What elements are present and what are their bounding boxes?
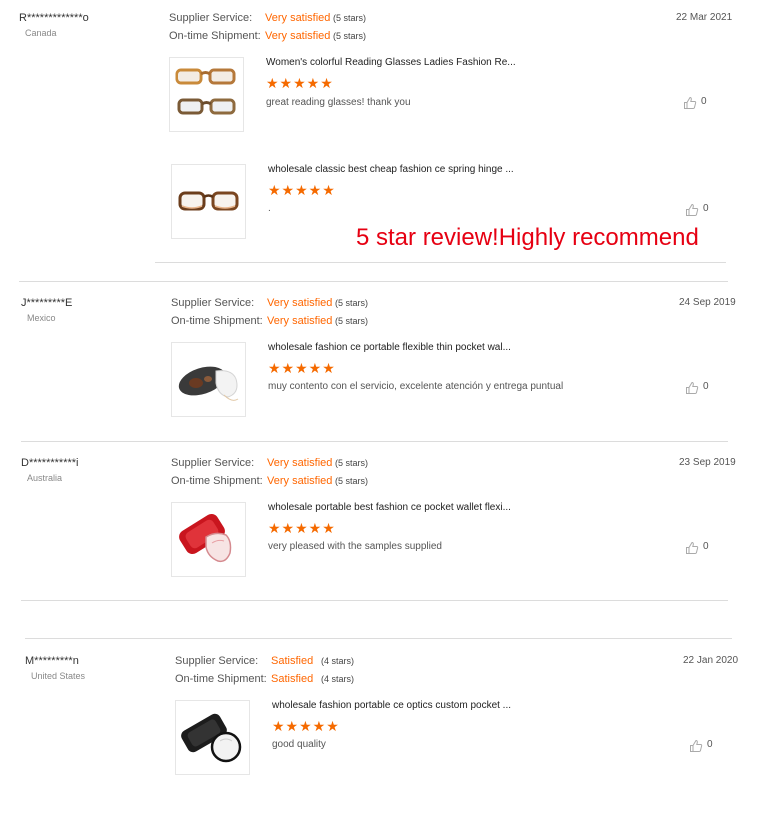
product-thumbnail[interactable] xyxy=(169,57,244,132)
ontime-shipment-stars: (5 stars) xyxy=(335,316,369,326)
review-date: 22 Jan 2020 xyxy=(683,655,739,666)
reviewer-country: Australia xyxy=(27,473,63,483)
supplier-service-rating: Supplier Service: Very satisfied (5 star… xyxy=(171,296,391,310)
supplier-service-label: Supplier Service: xyxy=(175,655,259,667)
supplier-service-value: Very satisfied xyxy=(267,297,333,309)
feedback-text: good quality xyxy=(272,739,326,750)
product-thumbnail[interactable] xyxy=(175,700,250,775)
product-star-rating: ★★★★★ xyxy=(268,360,336,376)
product-star-rating: ★★★★★ xyxy=(266,75,334,91)
ontime-shipment-stars: (4 stars) xyxy=(321,674,355,684)
thumbs-up-icon xyxy=(684,96,697,109)
supplier-service-label: Supplier Service: xyxy=(169,12,253,24)
feedback-text: great reading glasses! thank you xyxy=(266,97,411,108)
ontime-shipment-value: Satisfied xyxy=(271,673,314,685)
black-pocket-glasses-icon xyxy=(181,713,242,763)
thumbs-up-icon xyxy=(686,541,699,554)
reviewer-country: Canada xyxy=(25,28,57,38)
feedback-text: very pleased with the samples supplied xyxy=(268,541,442,552)
supplier-service-value: Satisfied xyxy=(271,655,314,667)
review-divider xyxy=(25,638,732,639)
product-star-rating: ★★★★★ xyxy=(268,182,336,198)
feedback-text: . xyxy=(268,203,271,214)
like-button[interactable]: 0 xyxy=(683,96,713,110)
thumbs-up-icon xyxy=(690,739,703,752)
supplier-service-rating: Supplier Service: Satisfied (4 stars) xyxy=(175,654,375,668)
like-button[interactable]: 0 xyxy=(689,739,719,753)
like-count: 0 xyxy=(701,96,707,107)
product-star-rating: ★★★★★ xyxy=(272,718,340,734)
supplier-service-rating: Supplier Service: Very satisfied (5 star… xyxy=(169,11,389,25)
review-divider xyxy=(21,441,728,442)
ontime-shipment-value: Very satisfied xyxy=(267,315,333,327)
like-count: 0 xyxy=(703,203,709,214)
ontime-shipment-stars: (5 stars) xyxy=(333,31,367,41)
product-title[interactable]: wholesale fashion ce portable flexible t… xyxy=(268,342,511,353)
reviewer-name: R*************o xyxy=(19,12,89,24)
reviewer-country: United States xyxy=(31,671,86,681)
product-title[interactable]: wholesale portable best fashion ce pocke… xyxy=(268,502,511,513)
red-pocket-glasses-icon xyxy=(179,513,232,563)
recommendation-overlay: 5 star review!Highly recommend xyxy=(356,224,699,251)
product-title[interactable]: wholesale classic best cheap fashion ce … xyxy=(268,164,514,175)
ontime-shipment-rating: On-time Shipment: Satisfied (4 stars) xyxy=(175,672,375,686)
product-title[interactable]: wholesale fashion portable ce optics cus… xyxy=(272,700,511,711)
review-date: 24 Sep 2019 xyxy=(679,297,736,308)
supplier-service-stars: (5 stars) xyxy=(335,298,369,308)
reading-glasses-pair-icon xyxy=(175,68,236,115)
review-date: 22 Mar 2021 xyxy=(676,12,733,23)
supplier-service-stars: (5 stars) xyxy=(335,458,369,468)
reviewer-name: D***********i xyxy=(21,457,79,469)
like-count: 0 xyxy=(707,739,713,750)
supplier-service-rating: Supplier Service: Very satisfied (5 star… xyxy=(171,456,391,470)
review-divider xyxy=(19,281,728,282)
review-divider xyxy=(21,600,728,601)
supplier-service-value: Very satisfied xyxy=(265,12,331,24)
supplier-service-label: Supplier Service: xyxy=(171,297,255,309)
thumbs-up-icon xyxy=(686,203,699,216)
like-count: 0 xyxy=(703,541,709,552)
product-thumbnail[interactable] xyxy=(171,342,246,417)
thumbs-up-icon xyxy=(686,381,699,394)
tortoise-glasses-icon xyxy=(178,191,239,211)
product-title[interactable]: Women's colorful Reading Glasses Ladies … xyxy=(266,57,516,68)
reviewer-name: J*********E xyxy=(21,297,73,309)
like-button[interactable]: 0 xyxy=(685,203,715,217)
ontime-shipment-value: Very satisfied xyxy=(265,30,331,42)
ontime-shipment-label: On-time Shipment: xyxy=(171,475,263,487)
reviewer-name: M*********n xyxy=(25,655,79,667)
like-count: 0 xyxy=(703,381,709,392)
like-button[interactable]: 0 xyxy=(685,541,715,555)
product-star-rating: ★★★★★ xyxy=(268,520,336,536)
supplier-service-stars: (4 stars) xyxy=(321,656,355,666)
ontime-shipment-rating: On-time Shipment: Very satisfied (5 star… xyxy=(171,314,391,328)
supplier-service-value: Very satisfied xyxy=(267,457,333,469)
feedback-text: muy contento con el servicio, excelente … xyxy=(268,381,564,392)
supplier-service-stars: (5 stars) xyxy=(333,13,367,23)
ontime-shipment-label: On-time Shipment: xyxy=(169,30,261,42)
ontime-shipment-rating: On-time Shipment: Very satisfied (5 star… xyxy=(169,29,389,43)
ontime-shipment-rating: On-time Shipment: Very satisfied (5 star… xyxy=(171,474,391,488)
ontime-shipment-label: On-time Shipment: xyxy=(175,673,267,685)
ontime-shipment-label: On-time Shipment: xyxy=(171,315,263,327)
product-thumbnail[interactable] xyxy=(171,164,246,239)
review-date: 23 Sep 2019 xyxy=(679,457,736,468)
product-thumbnail[interactable] xyxy=(171,502,246,577)
product-divider xyxy=(155,262,726,263)
ontime-shipment-value: Very satisfied xyxy=(267,475,333,487)
supplier-service-label: Supplier Service: xyxy=(171,457,255,469)
reviewer-country: Mexico xyxy=(27,313,56,323)
like-button[interactable]: 0 xyxy=(685,381,715,395)
pocket-glasses-clip-icon xyxy=(178,366,239,401)
ontime-shipment-stars: (5 stars) xyxy=(335,476,369,486)
